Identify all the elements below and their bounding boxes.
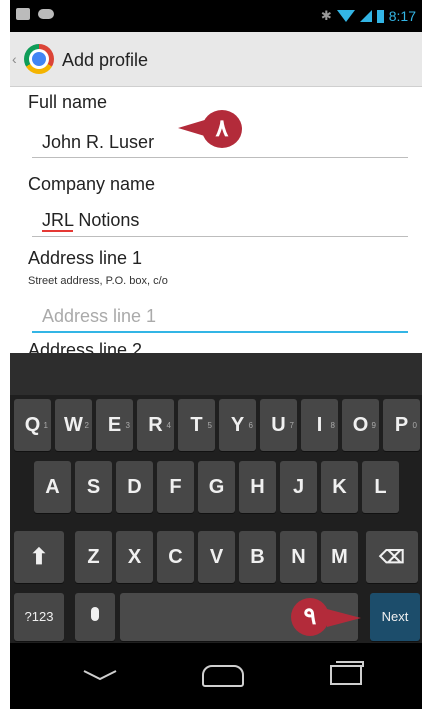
key-v[interactable]: V [198, 531, 235, 583]
key-l[interactable]: L [362, 461, 399, 513]
symbols-key[interactable]: ?123 [14, 593, 64, 641]
page-title: Add profile [62, 50, 149, 70]
navigation-bar [10, 643, 422, 709]
phone-screen: ✱ 8:17 ‹ Add profile Full name John R. L… [10, 0, 422, 709]
full-name-label: Full name [28, 92, 108, 112]
key-t[interactable]: T5 [178, 399, 215, 451]
address-line-1-label: Address line 1 [28, 248, 143, 268]
chrome-logo-icon[interactable] [24, 44, 54, 74]
delete-key[interactable]: ⌫ [366, 531, 418, 583]
key-r[interactable]: R4 [137, 399, 174, 451]
full-name-field[interactable]: John R. Luser [42, 132, 154, 153]
full-name-underline [32, 157, 408, 158]
callout-9: ٩ [291, 598, 329, 636]
key-i[interactable]: I8 [301, 399, 338, 451]
key-f[interactable]: F [157, 461, 194, 513]
key-a[interactable]: A [34, 461, 71, 513]
profile-form: Full name John R. Luser ٨ Company name J… [10, 88, 422, 360]
next-key[interactable]: Next [370, 593, 420, 641]
key-x[interactable]: X [116, 531, 153, 583]
key-u[interactable]: U7 [260, 399, 297, 451]
key-w[interactable]: W2 [55, 399, 92, 451]
key-k[interactable]: K [321, 461, 358, 513]
company-name-rest: Notions [73, 210, 140, 230]
key-h[interactable]: H [239, 461, 276, 513]
battery-icon [376, 9, 384, 23]
action-bar: ‹ Add profile [10, 32, 422, 87]
clock: 8:17 [388, 8, 416, 24]
recent-apps-icon[interactable] [330, 661, 364, 685]
company-name-underline [32, 236, 408, 237]
address-line-1-hint: Street address, P.O. box, c/o [28, 275, 168, 287]
back-chevron-icon[interactable] [80, 663, 120, 687]
key-b[interactable]: B [239, 531, 276, 583]
key-n[interactable]: N [280, 531, 317, 583]
home-icon[interactable] [202, 665, 244, 687]
soft-keyboard: Q1 W2 E3 R4 T5 Y6 U7 I8 O9 P0 A S D F G … [10, 353, 422, 643]
key-c[interactable]: C [157, 531, 194, 583]
callout-8: ٨ [202, 110, 242, 148]
key-d[interactable]: D [116, 461, 153, 513]
address-line-1-underline [32, 331, 408, 333]
key-q[interactable]: Q1 [14, 399, 51, 451]
address-line-1-field[interactable]: Address line 1 [42, 306, 156, 327]
shift-key[interactable]: ⬆ [14, 531, 64, 583]
status-bar: ✱ 8:17 [10, 0, 422, 32]
gamepad-notification-icon [38, 9, 54, 19]
key-o[interactable]: O9 [342, 399, 379, 451]
company-name-label: Company name [28, 174, 156, 194]
key-p[interactable]: P0 [383, 399, 420, 451]
company-name-field[interactable]: JRL Notions [42, 210, 140, 232]
voice-input-key[interactable] [75, 593, 115, 641]
signal-icon [359, 10, 372, 22]
key-z[interactable]: Z [75, 531, 112, 583]
screenshot-notification-icon [16, 8, 30, 20]
shift-up-arrow-icon: ⬆ [29, 544, 49, 569]
key-s[interactable]: S [75, 461, 112, 513]
misspelled-word[interactable]: JRL [42, 210, 74, 232]
up-caret-icon[interactable]: ‹ [12, 51, 17, 67]
key-g[interactable]: G [198, 461, 235, 513]
suggestion-strip [10, 353, 422, 395]
backspace-icon: ⌫ [379, 547, 405, 567]
bluetooth-icon: ✱ [320, 8, 332, 23]
microphone-icon [91, 607, 99, 621]
wifi-icon [336, 10, 355, 22]
callout-9-pointer [327, 609, 361, 627]
key-m[interactable]: M [321, 531, 358, 583]
key-y[interactable]: Y6 [219, 399, 256, 451]
key-j[interactable]: J [280, 461, 317, 513]
key-e[interactable]: E3 [96, 399, 133, 451]
